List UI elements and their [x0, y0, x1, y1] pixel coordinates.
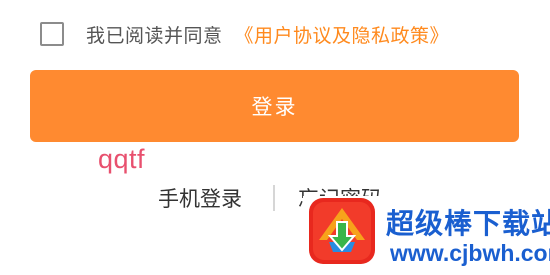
- agreement-row: 我已阅读并同意 《用户协议及隐私政策》: [40, 18, 449, 50]
- login-button[interactable]: 登录: [30, 70, 519, 142]
- logo-url: www.cjbwh.com: [390, 240, 550, 266]
- privacy-policy-link[interactable]: 《用户协议及隐私政策》: [235, 21, 450, 48]
- site-watermark-logo: 超级棒下载站 www.cjbwh.com: [303, 196, 550, 275]
- download-logo-icon: [309, 198, 375, 264]
- logo-title: 超级棒下载站: [386, 207, 550, 240]
- agreement-text: 我已阅读并同意: [86, 24, 223, 47]
- link-divider: [273, 185, 275, 211]
- phone-login-link[interactable]: 手机登录: [158, 183, 242, 213]
- agreement-checkbox[interactable]: [40, 22, 64, 46]
- watermark-text: qqtf: [98, 144, 146, 174]
